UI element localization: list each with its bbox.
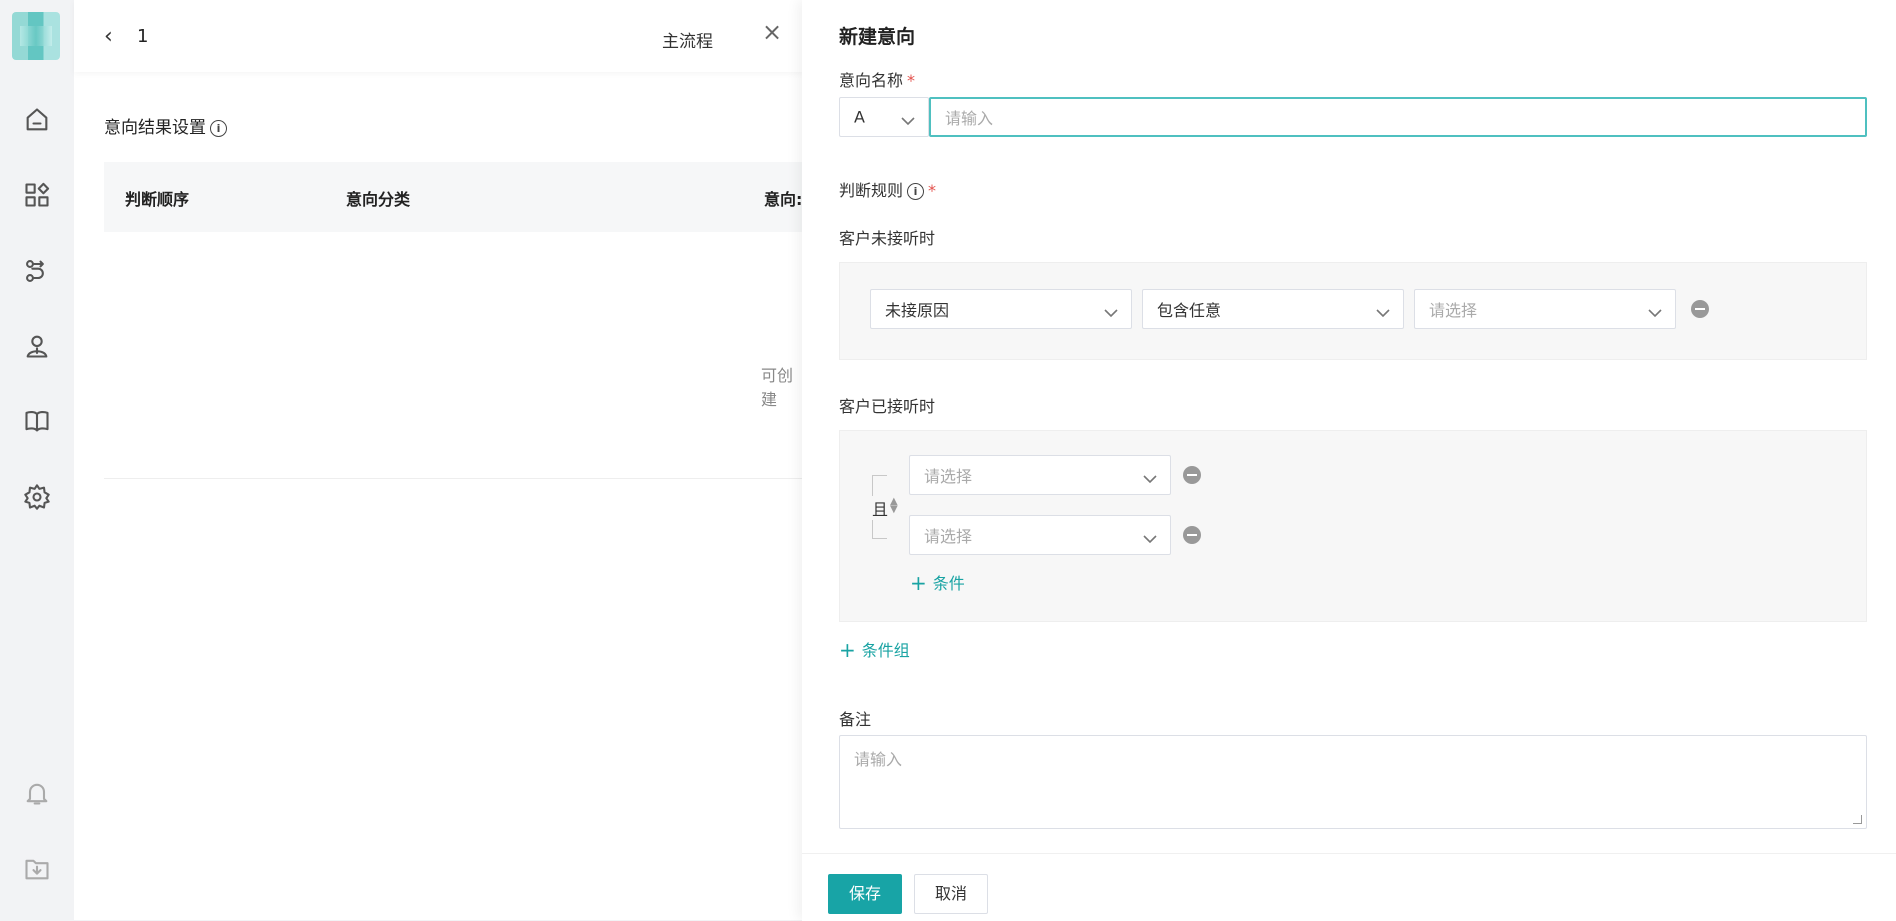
intent-name-placeholder: 请输入 xyxy=(945,109,994,128)
bell-icon[interactable] xyxy=(20,776,54,810)
app-logo[interactable] xyxy=(12,12,60,60)
gear-icon[interactable] xyxy=(20,480,54,514)
answered-label: 客户已接听时 xyxy=(839,397,936,416)
required-mark: * xyxy=(907,71,916,90)
info-icon[interactable]: i xyxy=(210,119,227,137)
page-topbar: ‹ 1 主流程 × xyxy=(74,0,804,72)
chevron-down-icon xyxy=(1647,303,1663,318)
intent-page: ‹ 1 主流程 × 意向结果设置 i 判断顺序 意向分类 意向: 可创建 xyxy=(74,0,804,920)
info-icon[interactable]: i xyxy=(907,183,925,200)
condition-placeholder: 请选择 xyxy=(924,467,973,486)
add-condition-group-label: 条件组 xyxy=(861,641,910,660)
reason-value: 未接原因 xyxy=(885,301,950,320)
plus-icon: + xyxy=(839,638,856,662)
breadcrumb-number: 1 xyxy=(137,26,149,47)
tab-main-flow[interactable]: 主流程 xyxy=(662,27,713,52)
plus-icon: + xyxy=(910,571,927,595)
and-label[interactable]: 且 xyxy=(870,496,891,520)
book-icon[interactable] xyxy=(20,404,54,438)
back-arrow-icon[interactable]: ‹ xyxy=(104,24,113,49)
rules-label-text: 判断规则 xyxy=(839,181,904,200)
remove-condition-icon[interactable] xyxy=(1183,526,1201,544)
answered-condition-select-1[interactable]: 请选择 xyxy=(909,455,1171,495)
remove-condition-icon[interactable] xyxy=(1183,466,1201,484)
download-folder-icon[interactable] xyxy=(20,852,54,886)
remove-condition-icon[interactable] xyxy=(1691,300,1709,318)
operator-select[interactable]: 包含任意 xyxy=(1142,289,1404,329)
left-nav xyxy=(0,0,74,920)
rules-label: 判断规则 i * xyxy=(839,177,936,201)
reason-select[interactable]: 未接原因 xyxy=(870,289,1132,329)
resize-handle-icon[interactable] xyxy=(1853,815,1862,824)
value-placeholder: 请选择 xyxy=(1429,301,1478,320)
user-icon[interactable] xyxy=(20,329,54,363)
unanswered-label: 客户未接听时 xyxy=(839,229,936,248)
intent-name-input[interactable]: 请输入 xyxy=(929,97,1867,137)
required-mark: * xyxy=(928,181,937,200)
operator-value: 包含任意 xyxy=(1157,301,1222,320)
value-select[interactable]: 请选择 xyxy=(1414,289,1676,329)
remark-textarea[interactable]: 请输入 xyxy=(839,735,1867,829)
drawer-title: 新建意向 xyxy=(839,26,916,48)
new-intent-drawer: 新建意向 意向名称 * A 请输入 判断规则 i * 客户未接听时 未接原因 包含任意… xyxy=(802,0,1896,921)
section-title: 意向结果设置 i xyxy=(104,113,227,138)
sort-toggle-icon[interactable]: ▲ ▼ xyxy=(890,497,898,515)
column-header-order: 判断顺序 xyxy=(125,190,190,209)
drawer-footer: 保存 取消 xyxy=(802,853,1896,921)
flow-icon[interactable] xyxy=(20,254,54,288)
empty-state-text: 可创建 xyxy=(761,366,794,409)
condition-placeholder: 请选择 xyxy=(924,527,973,546)
add-condition-button[interactable]: + 条件 xyxy=(910,570,965,595)
column-header-intent: 意向: xyxy=(764,190,803,209)
cancel-button[interactable]: 取消 xyxy=(914,874,988,914)
name-prefix-select[interactable]: A xyxy=(839,97,929,137)
name-prefix-value: A xyxy=(854,107,865,127)
unanswered-panel: 未接原因 包含任意 请选择 xyxy=(839,262,1867,360)
chevron-down-icon xyxy=(1142,529,1158,544)
table-header: 判断顺序 意向分类 意向: xyxy=(104,162,804,232)
save-button[interactable]: 保存 xyxy=(828,874,902,914)
column-header-category: 意向分类 xyxy=(346,190,411,209)
close-icon[interactable]: × xyxy=(754,14,790,50)
chevron-down-icon xyxy=(1142,469,1158,484)
remark-label: 备注 xyxy=(839,710,872,729)
name-label-text: 意向名称 xyxy=(839,71,904,90)
answered-condition-select-2[interactable]: 请选择 xyxy=(909,515,1171,555)
add-condition-group-button[interactable]: + 条件组 xyxy=(839,637,910,662)
home-icon[interactable] xyxy=(20,103,54,137)
section-title-text: 意向结果设置 xyxy=(104,118,206,138)
remark-placeholder: 请输入 xyxy=(854,750,903,769)
chevron-down-icon xyxy=(1103,303,1119,318)
chevron-down-icon xyxy=(1375,303,1391,318)
table-divider xyxy=(104,478,804,479)
name-label: 意向名称 * xyxy=(839,67,915,91)
apps-icon[interactable] xyxy=(20,178,54,212)
chevron-down-icon xyxy=(900,111,916,126)
add-condition-label: 条件 xyxy=(932,574,965,593)
